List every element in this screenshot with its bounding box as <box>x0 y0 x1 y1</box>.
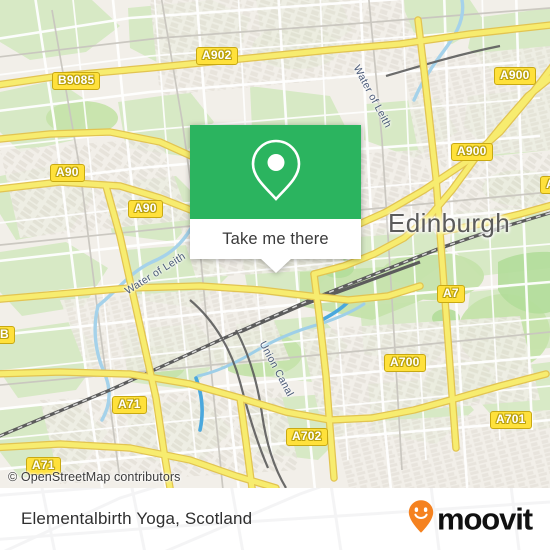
shield-a90-left: A90 <box>50 164 85 182</box>
card-pointer-tail <box>259 258 292 273</box>
moovit-logo[interactable]: moovit <box>408 500 533 539</box>
map-label-edinburgh: Edinburgh <box>388 208 511 238</box>
shield-a702: A702 <box>286 428 328 446</box>
shield-a90-lower: A90 <box>128 200 163 218</box>
card-cta-area[interactable]: Take me there <box>190 219 361 259</box>
moovit-smiley-pin-icon <box>408 500 434 539</box>
map-pin-icon <box>248 137 304 208</box>
shield-a71-mid: A71 <box>112 396 147 414</box>
shield-a-right-edge: A <box>540 176 550 194</box>
osm-attribution[interactable]: © OpenStreetMap contributors <box>8 470 181 484</box>
shield-a900-top: A900 <box>494 67 536 85</box>
map-screenshot: Edinburgh Water of Leith Water of Leith Un… <box>0 0 550 550</box>
shield-a7: A7 <box>437 285 465 303</box>
shield-b9085: B9085 <box>52 72 101 90</box>
shield-a902: A902 <box>196 47 238 65</box>
take-me-there-label: Take me there <box>222 229 329 248</box>
shield-a701: A701 <box>490 411 532 429</box>
moovit-wordmark: moovit <box>436 501 533 537</box>
location-callout-card[interactable]: Take me there <box>190 125 361 273</box>
shield-b-left-edge: B <box>0 326 15 344</box>
card-pin-area <box>190 125 361 219</box>
footer-bar: Elementalbirth Yoga, Scotland moovit <box>0 488 550 550</box>
shield-a900-mid: A900 <box>451 143 493 161</box>
place-title: Elementalbirth Yoga, Scotland <box>21 509 253 528</box>
shield-a700: A700 <box>384 354 426 372</box>
